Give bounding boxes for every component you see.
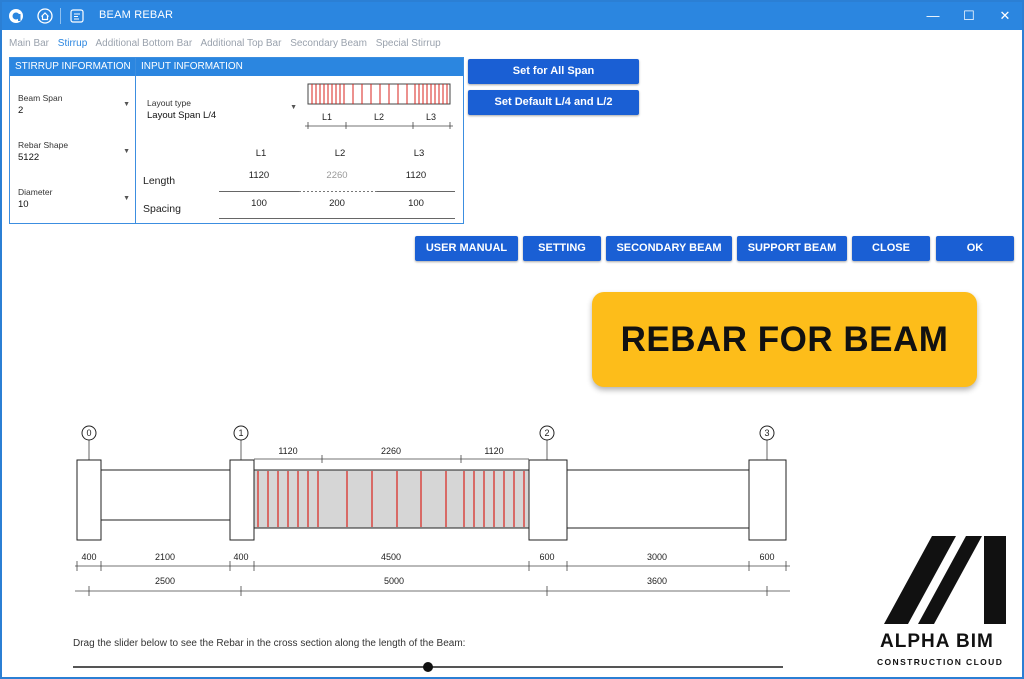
support-beam-button[interactable]: SUPPORT BEAM	[737, 236, 847, 261]
length-l2-underline	[299, 191, 377, 192]
spacing-l2-input[interactable]: 200	[312, 198, 362, 209]
user-manual-button[interactable]: USER MANUAL	[415, 236, 518, 261]
app-logo-icon	[9, 9, 23, 23]
panel-divider	[135, 58, 136, 223]
chevron-down-icon: ▼	[123, 195, 130, 202]
grid-label-3: 3	[764, 428, 769, 438]
layout-preview-diagram: L1 L2 L3	[305, 83, 453, 129]
length-l3-underline	[377, 191, 455, 192]
width-dim-4: 600	[539, 552, 554, 562]
input-info-header: INPUT INFORMATION	[136, 58, 463, 76]
cross-section-slider-thumb[interactable]	[423, 662, 433, 672]
length-l1-underline	[219, 191, 299, 192]
width-dim-3: 4500	[381, 552, 401, 562]
secondary-beam-button[interactable]: SECONDARY BEAM	[606, 236, 732, 261]
settings-panel-icon[interactable]	[69, 8, 85, 24]
zone-dim-l1: 1120	[278, 446, 297, 456]
promo-banner: REBAR FOR BEAM	[592, 292, 977, 387]
logo-tagline: CONSTRUCTION CLOUD	[877, 657, 1004, 667]
ok-button[interactable]: OK	[936, 236, 1014, 261]
beam-elevation-drawing: 0 1 2 3 1120 2260 1120 400 2100 400 4500…	[75, 425, 790, 596]
rebar-shape-label: Rebar Shape	[18, 140, 69, 150]
length-l2-input[interactable]: 2260	[312, 170, 362, 181]
diagram-label-l2: L2	[374, 112, 384, 122]
rebar-shape-select[interactable]: Rebar Shape 5122 ▼	[18, 140, 130, 163]
span-dim-2: 5000	[384, 576, 404, 586]
stirrup-panel: STIRRUP INFORMATION INPUT INFORMATION Be…	[9, 57, 464, 224]
diameter-label: Diameter	[18, 187, 53, 197]
grid-label-1: 1	[238, 428, 243, 438]
layout-type-select[interactable]: Layout type Layout Span L/4 ▼	[147, 98, 297, 121]
logo-name: ALPHA BIM	[880, 631, 994, 652]
tab-stirrup[interactable]: Stirrup	[58, 38, 87, 49]
tab-special-stirrup[interactable]: Special Stirrup	[376, 38, 441, 49]
tab-secondary-beam[interactable]: Secondary Beam	[290, 38, 367, 49]
span-dim-3: 3600	[647, 576, 667, 586]
width-dim-6: 600	[759, 552, 774, 562]
maximize-button[interactable]: ☐	[958, 6, 980, 26]
grid-label-0: 0	[86, 428, 91, 438]
diagram-label-l3: L3	[426, 112, 436, 122]
spacing-l3-input[interactable]: 100	[391, 198, 441, 209]
column-header-l1: L1	[255, 148, 267, 159]
column-header-l3: L3	[413, 148, 425, 159]
beam-span-label: Beam Span	[18, 93, 63, 103]
home-icon[interactable]	[37, 8, 53, 24]
beam-span-value: 2	[18, 105, 24, 116]
set-default-button[interactable]: Set Default L/4 and L/2	[468, 90, 639, 115]
column-1	[229, 459, 255, 541]
grid-label-2: 2	[544, 428, 549, 438]
zone-dim-l3: 1120	[484, 446, 503, 456]
stirrup-info-header: STIRRUP INFORMATION	[10, 58, 135, 76]
length-l1-input[interactable]: 1120	[234, 170, 284, 181]
width-dim-1: 2100	[155, 552, 175, 562]
tab-additional-bottom-bar[interactable]: Additional Bottom Bar	[95, 38, 192, 49]
length-label: Length	[143, 175, 176, 187]
diameter-select[interactable]: Diameter 10 ▼	[18, 187, 130, 210]
width-dim-5: 3000	[647, 552, 667, 562]
layout-type-label: Layout type	[147, 98, 191, 108]
column-0	[76, 459, 102, 541]
beam-span-select[interactable]: Beam Span 2 ▼	[18, 93, 130, 116]
close-window-button[interactable]: ✕	[994, 6, 1016, 26]
setting-button[interactable]: SETTING	[523, 236, 601, 261]
length-l3-input[interactable]: 1120	[391, 170, 441, 181]
column-header-l2: L2	[334, 148, 346, 159]
beam-span-1	[99, 469, 231, 521]
spacing-underline	[219, 218, 455, 219]
chevron-down-icon: ▼	[123, 148, 130, 155]
tab-additional-top-bar[interactable]: Additional Top Bar	[200, 38, 281, 49]
span-dim-1: 2500	[155, 576, 175, 586]
spacing-label: Spacing	[143, 203, 181, 215]
column-3	[748, 459, 787, 541]
slider-hint: Drag the slider below to see the Rebar i…	[73, 638, 466, 649]
spacing-l1-input[interactable]: 100	[234, 198, 284, 209]
layout-type-value: Layout Span L/4	[147, 110, 217, 121]
tab-main-bar[interactable]: Main Bar	[9, 38, 49, 49]
width-dim-2: 400	[233, 552, 248, 562]
beam-span-3	[565, 469, 751, 529]
zone-dim-l2: 2260	[381, 446, 401, 456]
width-dim-0: 400	[81, 552, 96, 562]
column-2	[528, 459, 568, 541]
beam-span-2-active	[251, 469, 531, 529]
tab-bar: Main Bar Stirrup Additional Bottom Bar A…	[9, 38, 447, 49]
title-bar: BEAM REBAR — ☐ ✕	[2, 2, 1022, 30]
minimize-button[interactable]: —	[922, 6, 944, 26]
window-title: BEAM REBAR	[99, 9, 174, 21]
alpha-bim-logo-icon	[884, 536, 1006, 624]
chevron-down-icon: ▼	[123, 101, 130, 108]
diameter-value: 10	[18, 199, 29, 210]
chevron-down-icon: ▼	[290, 104, 297, 111]
rebar-shape-value: 5122	[18, 152, 40, 163]
set-for-all-span-button[interactable]: Set for All Span	[468, 59, 639, 84]
close-button[interactable]: CLOSE	[852, 236, 930, 261]
title-divider	[60, 8, 61, 24]
diagram-label-l1: L1	[322, 112, 332, 122]
